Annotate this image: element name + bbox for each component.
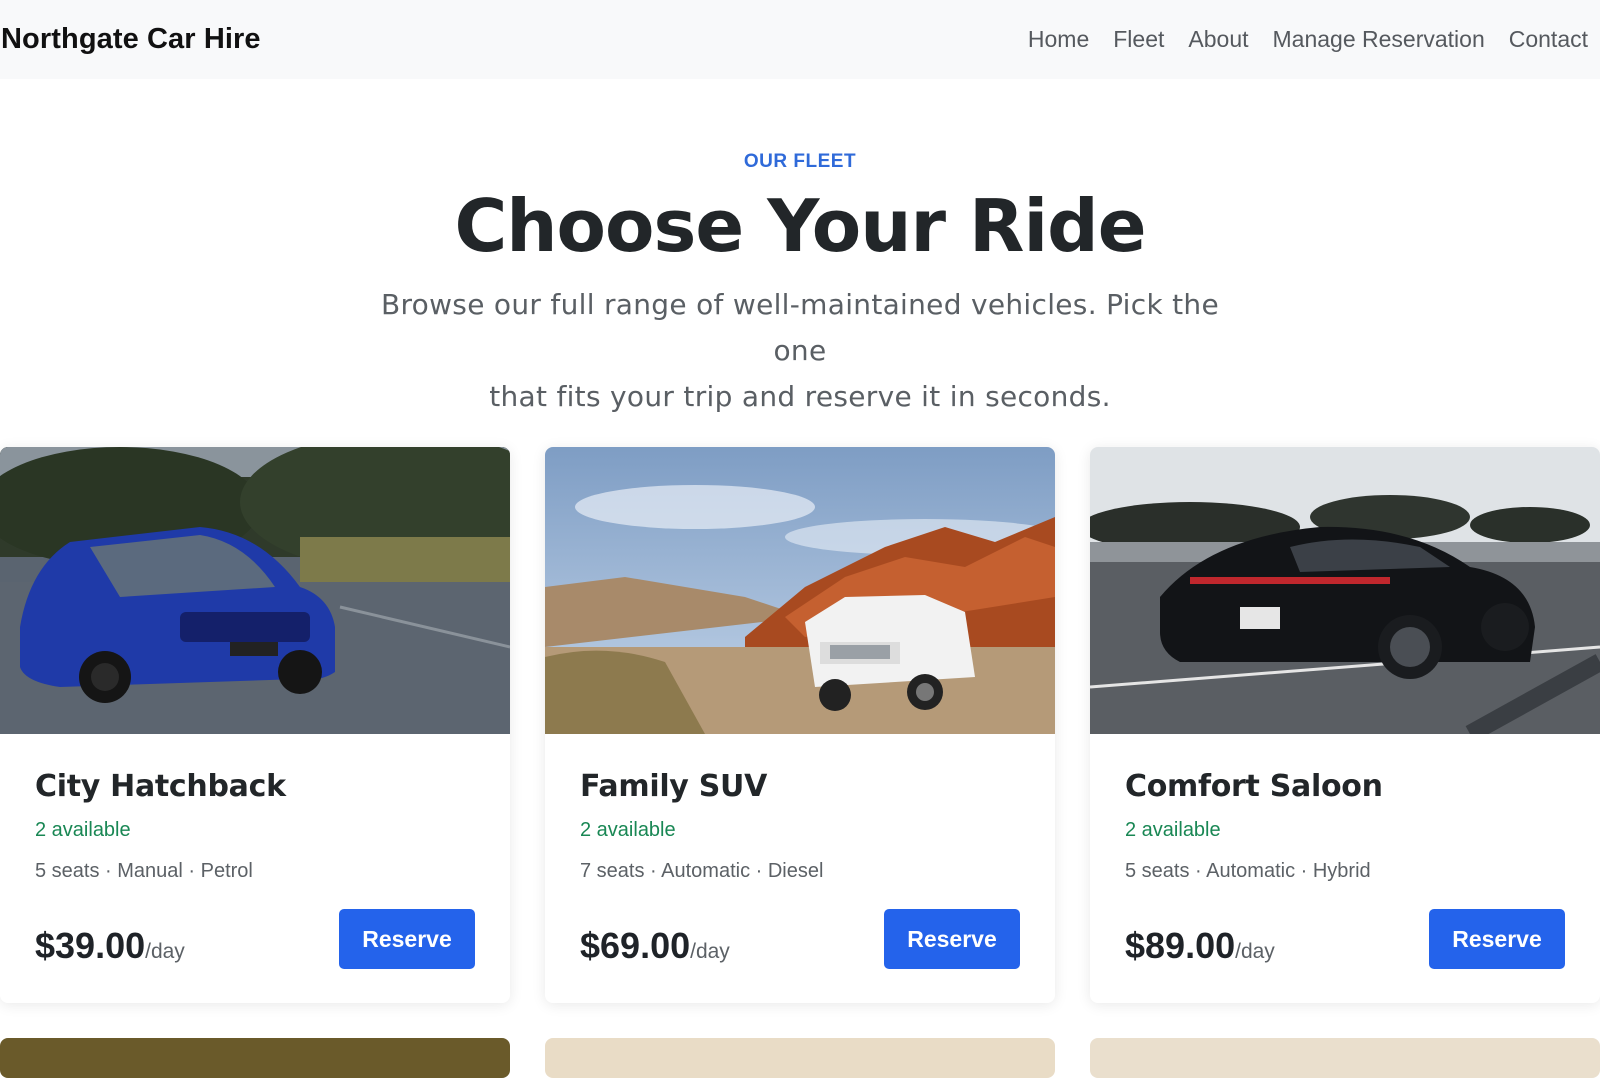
reserve-button[interactable]: Reserve xyxy=(884,909,1020,969)
car-image xyxy=(1090,447,1600,734)
car-price: $69.00/day xyxy=(580,925,730,967)
car-image xyxy=(0,447,510,734)
availability-badge: 2 available xyxy=(35,819,131,841)
hero-subtitle: Browse our full range of well-maintained… xyxy=(350,282,1250,420)
section-eyebrow: OUR FLEET xyxy=(743,151,857,172)
car-card-city-hatchback: City Hatchback 2 available 5 seats · Man… xyxy=(0,447,510,1003)
car-name: City Hatchback xyxy=(35,769,286,804)
top-navbar: Northgate Car Hire Home Fleet About Mana… xyxy=(0,0,1600,79)
car-name: Family SUV xyxy=(580,769,767,804)
price-unit: /day xyxy=(1235,940,1275,963)
car-card-peek-3 xyxy=(1090,1038,1600,1078)
nav-link-home[interactable]: Home xyxy=(1028,26,1089,53)
nav-links: Home Fleet About Manage Reservation Cont… xyxy=(1028,26,1588,53)
price-unit: /day xyxy=(690,940,730,963)
brand-logo[interactable]: Northgate Car Hire xyxy=(1,23,261,56)
blue-hatchback-photo xyxy=(0,447,510,734)
page-title: Choose Your Ride xyxy=(454,184,1146,268)
hero-subtitle-line-1: Browse our full range of well-maintained… xyxy=(380,288,1220,367)
car-card-family-suv: Family SUV 2 available 7 seats · Automat… xyxy=(545,447,1055,1003)
price-amount: $89.00 xyxy=(1125,925,1236,966)
car-specs: 5 seats · Automatic · Hybrid xyxy=(1125,860,1371,882)
price-amount: $39.00 xyxy=(35,925,146,966)
price-amount: $69.00 xyxy=(580,925,691,966)
black-sports-saloon-photo xyxy=(1090,447,1600,734)
reserve-button[interactable]: Reserve xyxy=(339,909,475,969)
nav-link-fleet[interactable]: Fleet xyxy=(1113,26,1164,53)
availability-badge: 2 available xyxy=(1125,819,1221,841)
availability-badge: 2 available xyxy=(580,819,676,841)
nav-link-manage-reservation[interactable]: Manage Reservation xyxy=(1273,26,1485,53)
nav-link-about[interactable]: About xyxy=(1188,26,1248,53)
reserve-button[interactable]: Reserve xyxy=(1429,909,1565,969)
nav-link-contact[interactable]: Contact xyxy=(1509,26,1588,53)
car-card-peek-2 xyxy=(545,1038,1055,1078)
car-price: $89.00/day xyxy=(1125,925,1275,967)
white-suv-desert-photo xyxy=(545,447,1055,734)
car-image xyxy=(545,447,1055,734)
price-unit: /day xyxy=(145,940,185,963)
car-name: Comfort Saloon xyxy=(1125,769,1383,804)
car-card-comfort-saloon: Comfort Saloon 2 available 5 seats · Aut… xyxy=(1090,447,1600,1003)
car-specs: 5 seats · Manual · Petrol xyxy=(35,860,253,882)
hero-subtitle-line-2: that fits your trip and reserve it in se… xyxy=(489,380,1111,413)
car-card-peek-1 xyxy=(0,1038,510,1078)
car-specs: 7 seats · Automatic · Diesel xyxy=(580,860,824,882)
car-price: $39.00/day xyxy=(35,925,185,967)
